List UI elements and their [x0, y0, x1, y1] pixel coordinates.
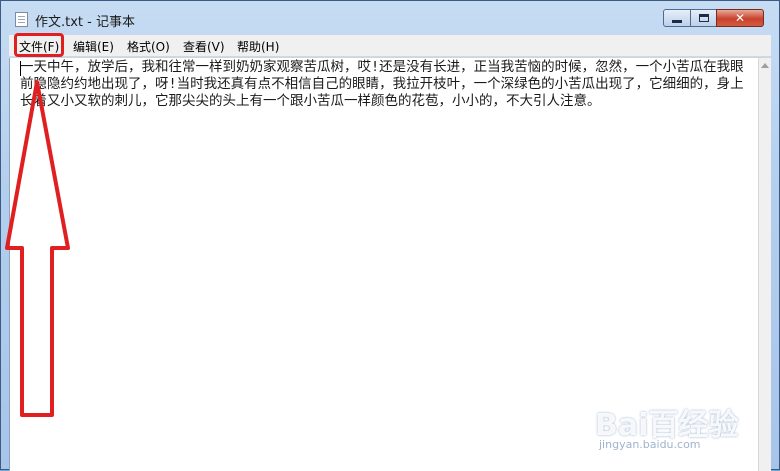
menu-bar: 文件(F) 编辑(E) 格式(O) 查看(V) 帮助(H)	[9, 35, 771, 57]
maximize-button[interactable]	[690, 9, 717, 27]
menu-edit[interactable]: 编辑(E)	[73, 38, 114, 55]
watermark-logo: Bai百经验 jingyan.baidu.com	[585, 390, 755, 460]
annotation-highlight-box	[14, 33, 64, 57]
watermark-url: jingyan.baidu.com	[599, 438, 701, 451]
window-title: 作文.txt - 记事本	[35, 15, 135, 30]
text-caret	[20, 61, 21, 76]
document-text[interactable]: 一天中午，放学后，我和往常一样到奶奶家观察苦瓜树，哎!还是没有长进，正当我苦恼的…	[20, 59, 752, 110]
vertical-scrollbar[interactable]	[758, 58, 771, 471]
close-button[interactable]: ✕	[716, 9, 764, 27]
title-bar[interactable]: 作文.txt - 记事本 ✕	[1, 1, 779, 35]
menu-format[interactable]: 格式(O)	[127, 38, 170, 55]
minimize-button[interactable]	[663, 9, 691, 27]
maximize-icon	[698, 14, 709, 22]
scroll-up-arrow-icon[interactable]	[761, 63, 769, 68]
menu-help[interactable]: 帮助(H)	[237, 38, 279, 55]
close-icon: ✕	[734, 11, 746, 25]
notepad-icon[interactable]	[15, 12, 28, 27]
menu-view[interactable]: 查看(V)	[183, 38, 225, 55]
minimize-icon	[672, 19, 682, 23]
